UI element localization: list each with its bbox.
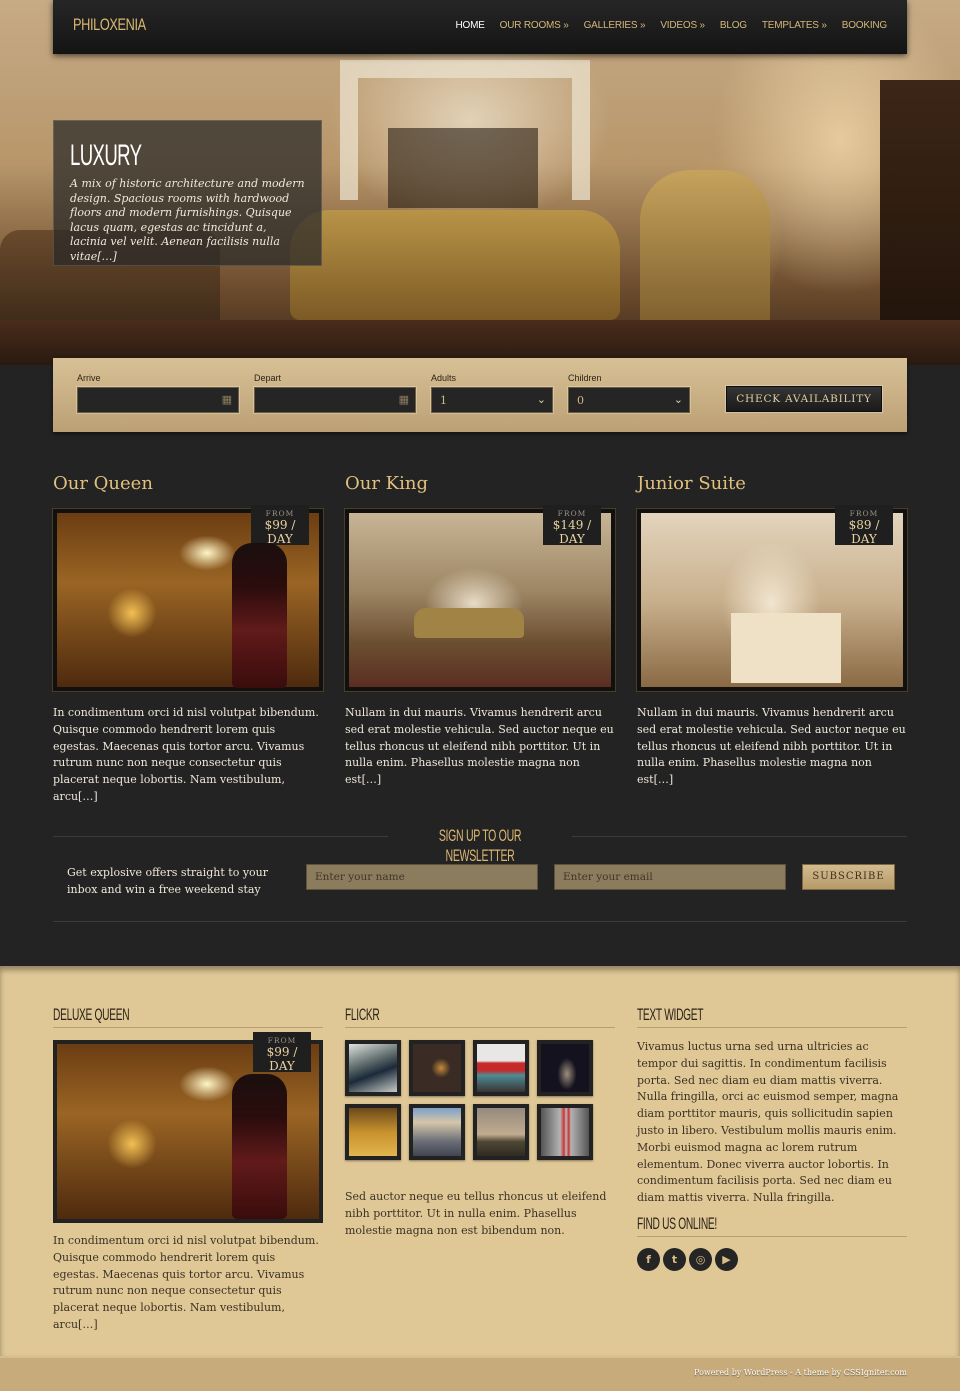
room-description: In condimentum orci id nisl volutpat bib… bbox=[53, 706, 319, 803]
flickr-text: Sed auctor neque eu tellus rhoncus ut el… bbox=[345, 1190, 607, 1237]
calendar-icon[interactable]: ▦ bbox=[399, 393, 409, 406]
room-title[interactable]: Junior Suite bbox=[637, 473, 907, 495]
price-from-label: FROM bbox=[265, 509, 295, 518]
children-label: Children bbox=[568, 373, 602, 383]
calendar-icon[interactable]: ▦ bbox=[222, 393, 232, 406]
price-badge: FROM $99 / DAY bbox=[251, 505, 309, 546]
flickr-photo[interactable] bbox=[409, 1040, 465, 1096]
widget-title-text-widget: TEXT WIDGET bbox=[637, 1005, 907, 1028]
twitter-icon[interactable]: t bbox=[663, 1248, 686, 1271]
subscribe-button[interactable]: SUBSCRIBE bbox=[802, 864, 895, 890]
flickr-photo[interactable] bbox=[345, 1104, 401, 1160]
room-card: Our Queen FROM $99 / DAY In condimentum … bbox=[53, 473, 323, 806]
room-description: Nullam in dui mauris. Vivamus hendrerit … bbox=[345, 706, 614, 787]
widget-title-text[interactable]: DELUXE QUEEN bbox=[53, 1005, 130, 1025]
credits-text[interactable]: Powered by WordPress - A theme by CSSIgn… bbox=[694, 1368, 907, 1377]
hero-sofa bbox=[290, 210, 620, 320]
widget-title-text: FIND US ONLINE! bbox=[637, 1214, 717, 1233]
main-nav: HOME OUR ROOMS » GALLERIES » VIDEOS » BL… bbox=[455, 20, 887, 31]
deluxe-room-description: In condimentum orci id nisl volutpat bib… bbox=[53, 1234, 319, 1331]
slide-caption: LUXURY A mix of historic architecture an… bbox=[53, 120, 322, 266]
chevron-down-icon[interactable]: ⌄ bbox=[537, 393, 546, 406]
price-badge: FROM $99 / DAY bbox=[253, 1032, 311, 1073]
price-value: $99 / DAY bbox=[264, 518, 296, 546]
nav-booking[interactable]: BOOKING bbox=[842, 20, 887, 31]
price-badge: FROM $89 / DAY bbox=[835, 505, 893, 546]
nav-home[interactable]: HOME bbox=[455, 20, 484, 31]
room-title[interactable]: Our Queen bbox=[53, 473, 323, 495]
flickr-photo[interactable] bbox=[537, 1104, 593, 1160]
divider bbox=[572, 836, 907, 837]
site-header: PHILOXENIA HOME OUR ROOMS » GALLERIES » … bbox=[53, 0, 907, 54]
widget-title-text: TEXT WIDGET bbox=[637, 1005, 704, 1024]
facebook-icon[interactable]: f bbox=[637, 1248, 660, 1271]
room-photo[interactable]: FROM $89 / DAY bbox=[637, 505, 907, 691]
adults-select[interactable]: 1 ⌄ bbox=[431, 387, 553, 413]
room-card: Our King FROM $149 / DAY Nullam in dui m… bbox=[345, 473, 615, 789]
slide-text: A mix of historic architecture and moder… bbox=[70, 177, 305, 263]
price-from-label: FROM bbox=[849, 509, 879, 518]
room-title[interactable]: Our King bbox=[345, 473, 615, 495]
children-value: 0 bbox=[577, 394, 584, 407]
flickr-gallery bbox=[345, 1040, 605, 1160]
arrive-field: Arrive ▦ bbox=[77, 373, 239, 413]
widget-title-find-us: FIND US ONLINE! bbox=[637, 1214, 907, 1237]
arrive-input[interactable]: ▦ bbox=[77, 387, 239, 413]
check-availability-button[interactable]: CHECK AVAILABILITY bbox=[726, 386, 882, 412]
adults-value: 1 bbox=[440, 394, 447, 407]
flickr-photo[interactable] bbox=[409, 1104, 465, 1160]
adults-field: Adults 1 ⌄ bbox=[431, 373, 553, 413]
site-logo[interactable]: PHILOXENIA bbox=[73, 15, 146, 35]
divider bbox=[53, 921, 907, 922]
text-widget-body: Vivamus luctus urna sed urna ultricies a… bbox=[637, 1040, 899, 1205]
flickr-photo[interactable] bbox=[537, 1040, 593, 1096]
dribbble-icon[interactable]: ◎ bbox=[689, 1248, 712, 1271]
price-value: $89 / DAY bbox=[848, 518, 880, 546]
nav-videos[interactable]: VIDEOS » bbox=[660, 20, 705, 31]
credits-bar: Powered by WordPress - A theme by CSSIgn… bbox=[0, 1356, 960, 1391]
arrive-label: Arrive bbox=[77, 373, 101, 383]
room-description: Nullam in dui mauris. Vivamus hendrerit … bbox=[637, 706, 906, 787]
hero-armchair-right bbox=[640, 170, 770, 330]
newsletter-title: SIGN UP TO OUR NEWSLETTER bbox=[438, 826, 522, 865]
hero-fireplace bbox=[340, 60, 590, 208]
youtube-icon[interactable]: ▶ bbox=[715, 1248, 738, 1271]
widget-title-flickr: FLICKR bbox=[345, 1005, 615, 1028]
widget-title-text: FLICKR bbox=[345, 1005, 380, 1024]
slide-title[interactable]: LUXURY bbox=[70, 139, 216, 173]
newsletter-email-input[interactable] bbox=[554, 864, 786, 890]
room-photo[interactable]: FROM $149 / DAY bbox=[345, 505, 615, 691]
nav-templates[interactable]: TEMPLATES » bbox=[762, 20, 827, 31]
price-value: $99 / DAY bbox=[266, 1045, 298, 1073]
price-value: $149 / DAY bbox=[552, 518, 592, 546]
price-badge: FROM $149 / DAY bbox=[543, 505, 601, 546]
children-select[interactable]: 0 ⌄ bbox=[568, 387, 690, 413]
depart-label: Depart bbox=[254, 373, 282, 383]
room-photo[interactable]: FROM $99 / DAY bbox=[53, 505, 323, 691]
adults-label: Adults bbox=[431, 373, 457, 383]
newsletter-text: Get explosive offers straight to your in… bbox=[67, 866, 269, 896]
flickr-photo[interactable] bbox=[345, 1040, 401, 1096]
nav-our-rooms[interactable]: OUR ROOMS » bbox=[500, 20, 569, 31]
depart-input[interactable]: ▦ bbox=[254, 387, 416, 413]
widget-title-deluxe: DELUXE QUEEN bbox=[53, 1005, 323, 1028]
flickr-photo[interactable] bbox=[473, 1040, 529, 1096]
children-field: Children 0 ⌄ bbox=[568, 373, 690, 413]
booking-form: Arrive ▦ Depart ▦ Adults 1 ⌄ Children 0 … bbox=[53, 358, 907, 432]
room-card: Junior Suite FROM $89 / DAY Nullam in du… bbox=[637, 473, 907, 789]
flickr-photo[interactable] bbox=[473, 1104, 529, 1160]
price-from-label: FROM bbox=[557, 509, 587, 518]
social-icons: f t ◎ ▶ bbox=[637, 1248, 738, 1271]
nav-galleries[interactable]: GALLERIES » bbox=[584, 20, 646, 31]
divider bbox=[53, 836, 388, 837]
depart-field: Depart ▦ bbox=[254, 373, 416, 413]
chevron-down-icon[interactable]: ⌄ bbox=[674, 393, 683, 406]
nav-blog[interactable]: BLOG bbox=[720, 20, 747, 31]
newsletter-name-input[interactable] bbox=[306, 864, 538, 890]
price-from-label: FROM bbox=[267, 1036, 297, 1045]
